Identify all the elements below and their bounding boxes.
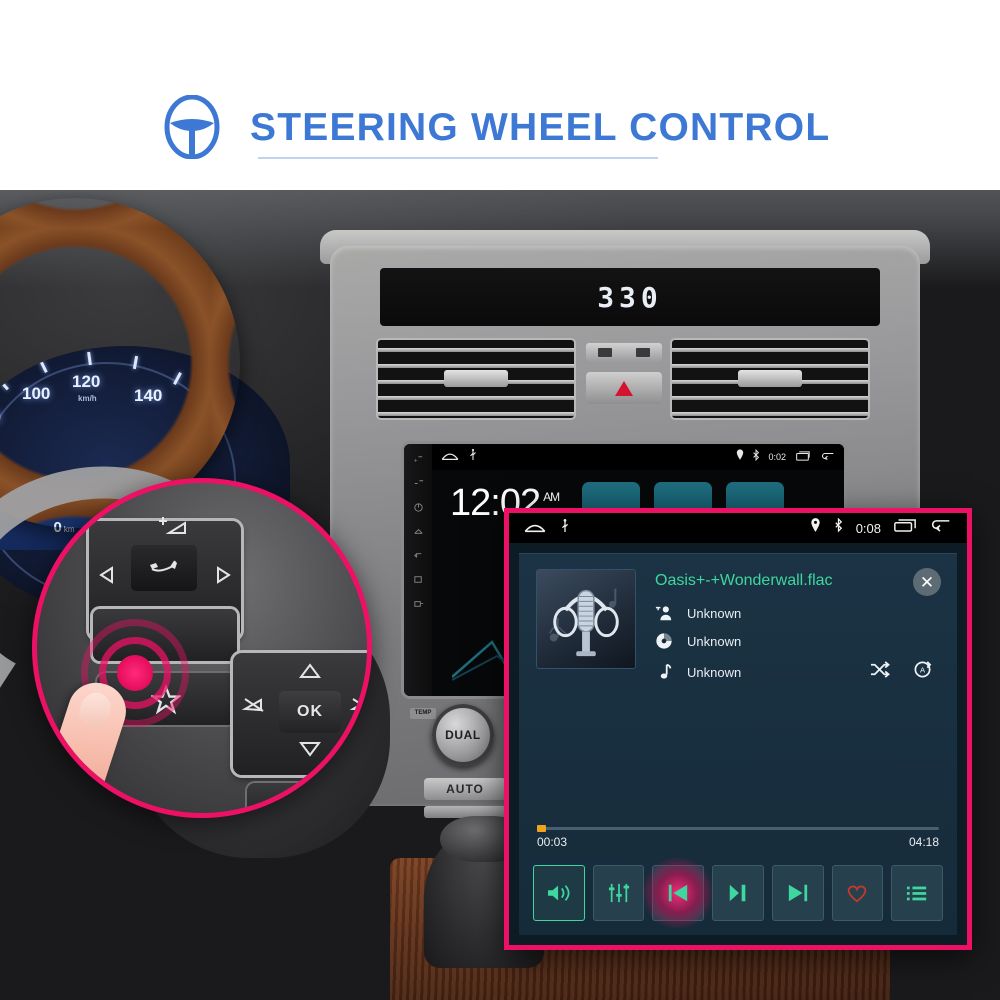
ok-label: OK bbox=[297, 703, 323, 720]
recents-icon[interactable] bbox=[794, 448, 811, 466]
dual-climate-knob[interactable]: DUAL bbox=[432, 704, 494, 766]
hazard-button[interactable] bbox=[586, 372, 662, 404]
artist-value: Unknown bbox=[687, 605, 742, 621]
bezel-volume-up-icon[interactable]: + bbox=[413, 452, 424, 464]
equalizer-button[interactable] bbox=[592, 865, 645, 921]
genre-value: Unknown bbox=[687, 664, 742, 680]
hazard-triangle-icon bbox=[615, 380, 633, 396]
phone-icon bbox=[149, 557, 179, 580]
bezel-eject-icon[interactable] bbox=[413, 596, 424, 607]
location-pin-icon bbox=[736, 448, 744, 466]
elapsed-time: 00:03 bbox=[537, 835, 568, 849]
bezel-back-icon[interactable] bbox=[413, 548, 424, 559]
bezel-home-icon[interactable] bbox=[413, 524, 424, 535]
swc-phone-button[interactable] bbox=[131, 545, 197, 591]
air-vent-right bbox=[672, 340, 868, 418]
bezel-volume-down-icon[interactable] bbox=[413, 476, 424, 487]
steering-wheel-controls-magnifier: OK bbox=[32, 478, 372, 818]
metadata-row-album: Unknown bbox=[655, 632, 939, 650]
next-triangle-icon[interactable] bbox=[213, 565, 233, 590]
swc-volume-down-pad[interactable] bbox=[93, 609, 237, 661]
head-unit-status-bar: 0:02 bbox=[432, 444, 844, 470]
car-interior-photo: 330 + 0:02 12:02 AM TEMP DUAL AUTO 0 km … bbox=[0, 168, 1000, 1000]
location-pin-icon bbox=[810, 518, 821, 538]
player-controls[interactable] bbox=[533, 857, 944, 929]
head-unit-clock-ampm: AM bbox=[543, 490, 560, 505]
dash-digital-display: 330 bbox=[380, 268, 880, 326]
down-triangle-icon[interactable] bbox=[299, 741, 321, 762]
close-button[interactable]: ✕ bbox=[913, 568, 941, 596]
prev-triangle-icon[interactable] bbox=[97, 565, 117, 590]
album-value: Unknown bbox=[687, 633, 742, 649]
dash-clock-value: 330 bbox=[597, 280, 663, 314]
finger-pointer bbox=[37, 675, 134, 813]
album-art bbox=[537, 570, 635, 668]
fingernail bbox=[75, 688, 115, 731]
next-button[interactable] bbox=[771, 865, 824, 921]
shuffle-icon[interactable] bbox=[869, 660, 890, 684]
back-arrow-icon[interactable] bbox=[929, 518, 953, 538]
auto-climate-button[interactable]: AUTO bbox=[424, 778, 506, 800]
head-unit-bezel-buttons[interactable]: + bbox=[404, 444, 432, 696]
artist-icon bbox=[655, 604, 673, 622]
progress-section[interactable]: 00:03 04:18 bbox=[537, 825, 939, 849]
star-icon bbox=[149, 684, 183, 720]
metadata-row-genre: Unknown A bbox=[655, 660, 939, 684]
home-icon[interactable] bbox=[440, 448, 460, 467]
page-root: STEERING WHEEL CONTROL 330 + 0:02 12:02 … bbox=[0, 0, 1000, 1000]
home-icon[interactable] bbox=[523, 518, 547, 539]
svg-text:+: + bbox=[413, 457, 417, 464]
track-metadata: Oasis+-+Wonderwall.flac Unknown Unknown … bbox=[655, 570, 939, 694]
bluetooth-icon bbox=[752, 448, 760, 466]
favorite-button[interactable] bbox=[831, 865, 884, 921]
bezel-mode-icon[interactable] bbox=[413, 572, 424, 583]
defroster-buttons[interactable] bbox=[586, 343, 662, 362]
bluetooth-icon bbox=[833, 517, 844, 538]
usb-icon[interactable] bbox=[468, 448, 478, 467]
album-disc-icon bbox=[655, 632, 673, 650]
previous-button[interactable] bbox=[642, 857, 715, 929]
temp-label: TEMP bbox=[410, 708, 436, 719]
volume-button[interactable] bbox=[533, 865, 585, 921]
player-status-bar: 0:08 bbox=[509, 513, 967, 543]
vent-adjuster-left bbox=[444, 370, 508, 387]
player-status-time: 0:08 bbox=[855, 520, 881, 536]
dual-knob-label: DUAL bbox=[445, 728, 481, 742]
svg-text:A: A bbox=[920, 665, 926, 674]
genre-note-icon bbox=[655, 663, 673, 681]
swc-ok-button[interactable]: OK bbox=[279, 691, 341, 733]
bezel-power-icon[interactable] bbox=[413, 500, 424, 512]
pause-button[interactable] bbox=[712, 865, 764, 921]
mute-icon[interactable] bbox=[241, 695, 267, 720]
up-triangle-icon[interactable] bbox=[299, 663, 321, 684]
player-card: ✕ Oasis+-+Wonderwall.flac Unknown Unknow… bbox=[519, 553, 957, 935]
title-underline bbox=[258, 157, 658, 159]
air-vent-left bbox=[378, 340, 574, 418]
volume-up-icon[interactable] bbox=[155, 517, 189, 542]
back-arrow-icon[interactable] bbox=[819, 448, 836, 466]
progress-track[interactable] bbox=[537, 825, 939, 832]
page-title: STEERING WHEEL CONTROL bbox=[250, 105, 831, 149]
recents-icon[interactable] bbox=[893, 518, 917, 538]
progress-marker[interactable] bbox=[537, 825, 546, 832]
track-title: Oasis+-+Wonderwall.flac bbox=[655, 572, 833, 589]
close-icon: ✕ bbox=[919, 572, 935, 592]
total-time: 04:18 bbox=[908, 835, 939, 849]
vent-adjuster-right bbox=[738, 370, 802, 387]
usb-icon[interactable] bbox=[559, 518, 571, 539]
media-player-overlay[interactable]: 0:08 ✕ Oasis+-+Wonderwall.flac Unknown U… bbox=[504, 508, 972, 950]
steering-wheel-icon bbox=[160, 94, 224, 160]
playlist-button[interactable] bbox=[891, 865, 944, 921]
repeat-auto-icon[interactable]: A bbox=[912, 660, 933, 684]
head-unit-status-time: 0:02 bbox=[768, 452, 786, 462]
metadata-row-artist: Unknown bbox=[655, 604, 939, 622]
player-body: ✕ Oasis+-+Wonderwall.flac Unknown Unknow… bbox=[509, 543, 967, 945]
page-header: STEERING WHEEL CONTROL bbox=[0, 0, 1000, 190]
